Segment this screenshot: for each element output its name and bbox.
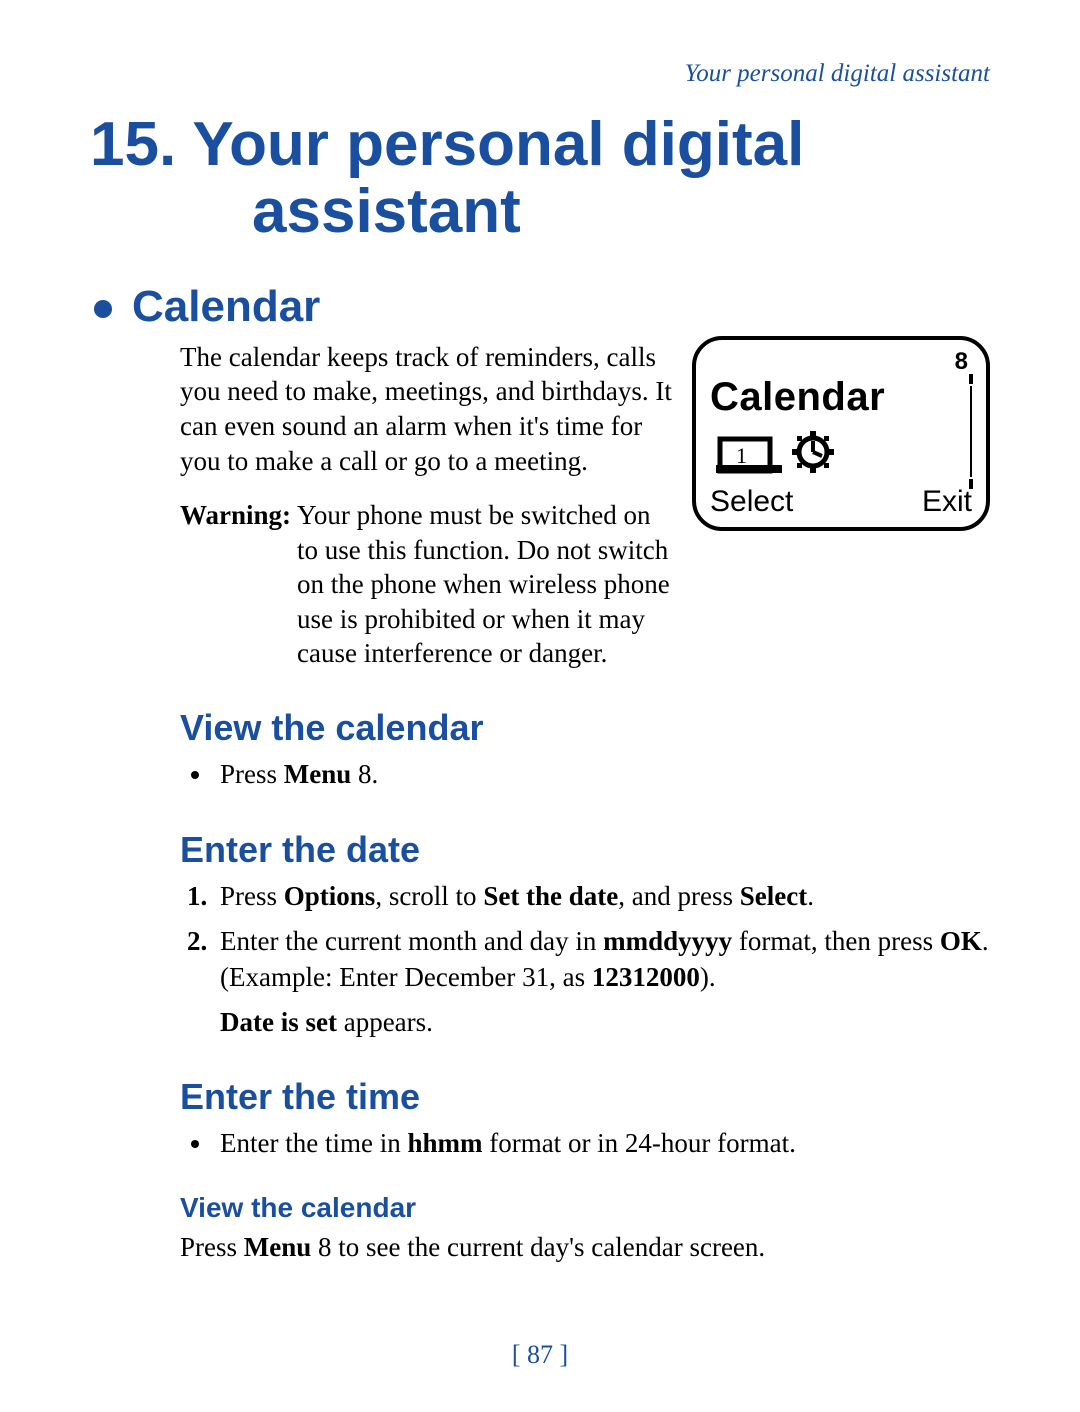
text: 8 to see the current day's calendar scre… bbox=[311, 1232, 765, 1262]
phone-screen-frame: 8 Calendar 1 bbox=[692, 336, 990, 532]
bold-text: mmddyyyy bbox=[603, 926, 732, 956]
warning-text: Your phone must be switched on to use th… bbox=[297, 498, 672, 671]
subhead-view-calendar: View the calendar bbox=[180, 705, 990, 751]
bold-text: 12312000 bbox=[592, 962, 700, 992]
page-number: [ 87 ] bbox=[0, 1340, 1080, 1370]
view-calendar-list: Press Menu 8. bbox=[180, 757, 990, 793]
bold-text: OK bbox=[940, 926, 982, 956]
enter-date-steps: Press Options, scroll to Set the date, a… bbox=[180, 879, 990, 996]
text: 8. bbox=[351, 759, 378, 789]
bullet-icon bbox=[94, 300, 112, 318]
chapter-number: 15. bbox=[90, 110, 176, 179]
minihead-view-calendar: View the calendar bbox=[180, 1190, 990, 1226]
calendar-body: 8 Calendar 1 bbox=[180, 340, 990, 1264]
bold-text: Select bbox=[740, 881, 807, 911]
chapter-title-line1: Your personal digital bbox=[192, 110, 804, 179]
text: ). bbox=[700, 962, 716, 992]
phone-screen-icons: 1 bbox=[710, 423, 972, 485]
chapter-title: 15. Your personal digital assistant bbox=[90, 112, 990, 246]
phone-softkey-left: Select bbox=[710, 483, 793, 521]
warning-block: Warning: Your phone must be switched on … bbox=[180, 498, 672, 671]
text: format or in 24-hour format. bbox=[482, 1128, 795, 1158]
clock-gear-icon bbox=[790, 429, 836, 475]
text: Press bbox=[220, 881, 284, 911]
date-confirm: Date is set appears. bbox=[220, 1005, 990, 1040]
text: appears. bbox=[337, 1007, 433, 1037]
bold-text: Set the date bbox=[483, 881, 618, 911]
section-heading-text: Calendar bbox=[132, 282, 320, 332]
svg-text:1: 1 bbox=[736, 443, 747, 468]
warning-label: Warning: bbox=[180, 498, 291, 533]
bold-text: Date is set bbox=[220, 1007, 337, 1037]
text: Enter the time in bbox=[220, 1128, 407, 1158]
enter-time-list: Enter the time in hhmm format or in 24-h… bbox=[180, 1126, 990, 1162]
section-heading-calendar: Calendar bbox=[90, 282, 990, 332]
text: , scroll to bbox=[375, 881, 483, 911]
text: Enter the current month and day in bbox=[220, 926, 603, 956]
chapter-title-line2: assistant bbox=[90, 179, 990, 246]
bold-text: hhmm bbox=[407, 1128, 482, 1158]
text: . bbox=[807, 881, 814, 911]
text: Press bbox=[180, 1232, 244, 1262]
text: Press bbox=[220, 759, 284, 789]
list-item: Enter the current month and day in mmddy… bbox=[214, 924, 990, 995]
text: format, then press bbox=[732, 926, 940, 956]
page: Your personal digital assistant 15. Your… bbox=[0, 0, 1080, 1412]
subhead-enter-date: Enter the date bbox=[180, 827, 990, 873]
bold-text: Menu bbox=[284, 759, 352, 789]
phone-menu-index: 8 bbox=[710, 350, 972, 374]
subhead-enter-time: Enter the time bbox=[180, 1074, 990, 1120]
phone-screen-title: Calendar bbox=[710, 372, 972, 423]
calendar-page-icon: 1 bbox=[716, 429, 782, 475]
view-calendar-2-text: Press Menu 8 to see the current day's ca… bbox=[180, 1230, 990, 1265]
bold-text: Menu bbox=[244, 1232, 312, 1262]
text: , and press bbox=[618, 881, 739, 911]
bold-text: Options bbox=[284, 881, 376, 911]
list-item: Press Options, scroll to Set the date, a… bbox=[214, 879, 990, 915]
phone-screenshot: 8 Calendar 1 bbox=[692, 336, 990, 532]
running-header: Your personal digital assistant bbox=[90, 60, 990, 88]
phone-scrollbar bbox=[964, 374, 976, 490]
list-item: Press Menu 8. bbox=[214, 757, 990, 793]
list-item: Enter the time in hhmm format or in 24-h… bbox=[214, 1126, 990, 1162]
